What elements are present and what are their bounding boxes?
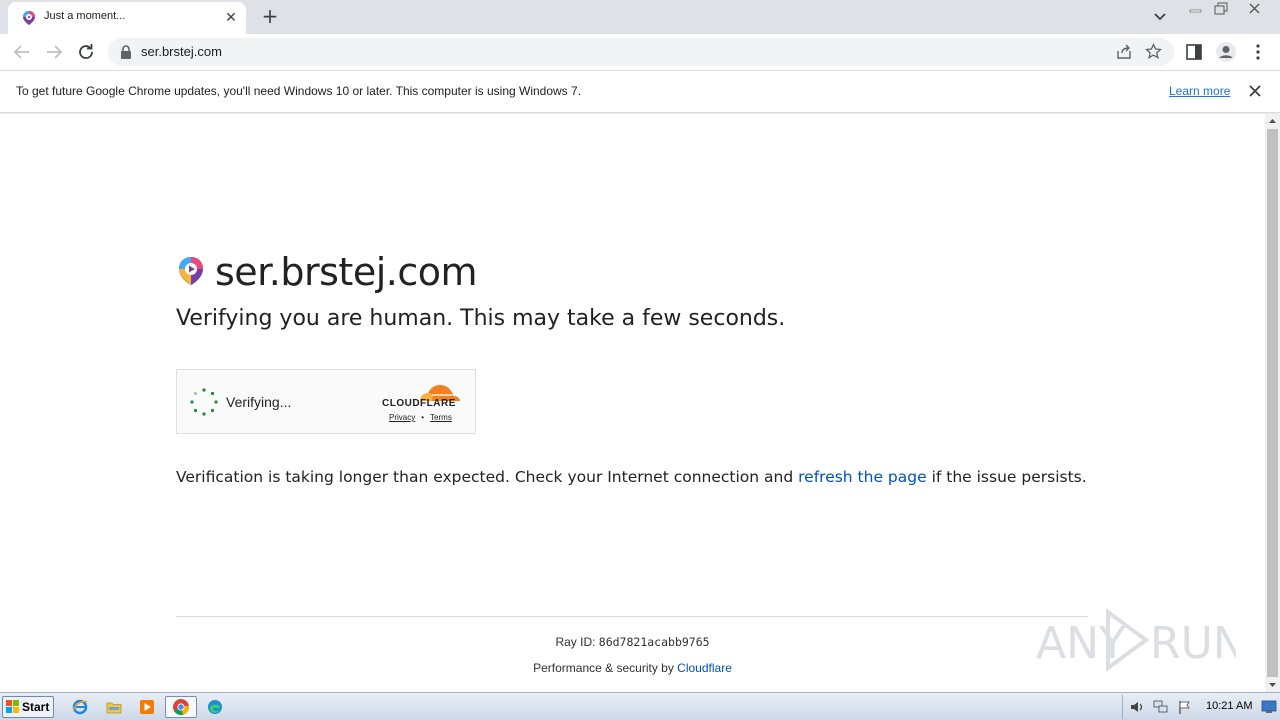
learn-more-link[interactable]: Learn more	[1169, 84, 1230, 98]
url-text[interactable]: ser.brstej.com	[141, 44, 222, 59]
privacy-link[interactable]: Privacy	[389, 413, 415, 422]
update-infobar: To get future Google Chrome updates, you…	[0, 71, 1280, 113]
folder-icon	[106, 702, 122, 714]
system-tray	[1122, 695, 1278, 719]
media-player-icon	[140, 700, 154, 714]
tab-strip: Just a moment... ✕ +	[0, 0, 1280, 34]
windows-taskbar: Start 10:21 AM	[0, 692, 1280, 720]
new-tab-button[interactable]: +	[259, 5, 281, 27]
taskbar-ie[interactable]	[66, 696, 94, 718]
timeout-text-before: Verification is taking longer than expec…	[176, 468, 799, 486]
footer-divider	[176, 616, 1088, 617]
link-separator: •	[421, 413, 425, 422]
profile-avatar-icon[interactable]	[1215, 41, 1237, 63]
performance-label: Performance & security by	[533, 661, 678, 675]
side-panel-icon[interactable]	[1184, 42, 1204, 62]
windows-flag-icon	[6, 700, 19, 713]
timeout-message: Verification is taking longer than expec…	[176, 468, 1087, 486]
back-arrow-icon[interactable]	[10, 40, 34, 64]
start-label: Start	[22, 700, 50, 714]
minimize-button[interactable]	[1183, 0, 1209, 18]
infobar-close-icon[interactable]	[1246, 82, 1264, 100]
widget-links: Privacy • Terms	[389, 413, 452, 422]
close-window-button[interactable]	[1240, 0, 1270, 18]
share-icon[interactable]	[1116, 44, 1132, 60]
action-center-flag-icon[interactable]	[1177, 700, 1193, 714]
taskbar-chrome[interactable]	[165, 696, 197, 718]
site-title: ser.brstej.com	[215, 250, 478, 294]
anyrun-watermark-logo: ANY RUN	[1036, 608, 1236, 672]
terms-link[interactable]: Terms	[430, 413, 452, 422]
browser-tab[interactable]: Just a moment... ✕	[8, 2, 246, 34]
browser-toolbar: ser.brstej.com	[0, 34, 1280, 71]
taskbar-explorer[interactable]	[100, 696, 128, 718]
infobar-message: To get future Google Chrome updates, you…	[16, 84, 582, 98]
internet-explorer-icon	[72, 699, 88, 715]
ray-id-label: Ray ID:	[555, 635, 599, 649]
cloudflare-wordmark: CLOUDFLARE	[382, 398, 456, 409]
reload-icon[interactable]	[74, 40, 98, 64]
verification-subtitle: Verifying you are human. This may take a…	[176, 306, 786, 331]
scrollbar-thumb[interactable]	[1267, 129, 1278, 677]
lock-icon[interactable]	[120, 45, 132, 59]
start-button[interactable]: Start	[2, 696, 54, 718]
taskbar-clock: 10:21 AM	[1206, 700, 1253, 712]
forward-arrow-icon[interactable]	[42, 40, 66, 64]
site-favicon-icon	[23, 11, 35, 25]
volume-icon[interactable]	[1129, 700, 1145, 714]
watermark-text-left: ANY	[1036, 618, 1126, 669]
cloudflare-link[interactable]: Cloudflare	[677, 661, 732, 675]
verifying-status: Verifying...	[226, 394, 292, 410]
tab-search-chevron-icon[interactable]	[1150, 8, 1170, 26]
taskbar-edge[interactable]	[201, 696, 229, 718]
taskbar-media-player[interactable]	[133, 696, 161, 718]
site-logo-icon	[179, 257, 203, 285]
watermark-text-right: RUN	[1150, 618, 1236, 669]
turnstile-widget[interactable]: Verifying... CLOUDFLARE Privacy • Terms	[176, 369, 476, 434]
scroll-up-arrow-icon[interactable]	[1265, 114, 1280, 128]
tab-title: Just a moment...	[44, 10, 126, 22]
more-menu-icon[interactable]	[1248, 42, 1268, 62]
restore-button[interactable]	[1209, 0, 1235, 18]
page-content: ser.brstej.com Verifying you are human. …	[0, 114, 1265, 692]
vertical-scrollbar[interactable]	[1265, 114, 1280, 692]
ray-id-value: 86d7821acabb9765	[598, 635, 710, 649]
scroll-down-arrow-icon[interactable]	[1265, 678, 1280, 692]
timeout-text-after: if the issue persists.	[926, 468, 1087, 486]
address-bar[interactable]: ser.brstej.com	[108, 38, 1174, 66]
bookmark-star-icon[interactable]	[1145, 43, 1162, 60]
chrome-icon	[173, 699, 190, 715]
show-desktop-icon[interactable]	[1261, 700, 1277, 714]
tab-close-icon[interactable]: ✕	[222, 9, 240, 27]
network-icon[interactable]	[1153, 700, 1169, 714]
loading-spinner-icon	[190, 388, 218, 416]
refresh-page-link[interactable]: refresh the page	[798, 468, 927, 486]
edge-icon	[208, 700, 222, 714]
